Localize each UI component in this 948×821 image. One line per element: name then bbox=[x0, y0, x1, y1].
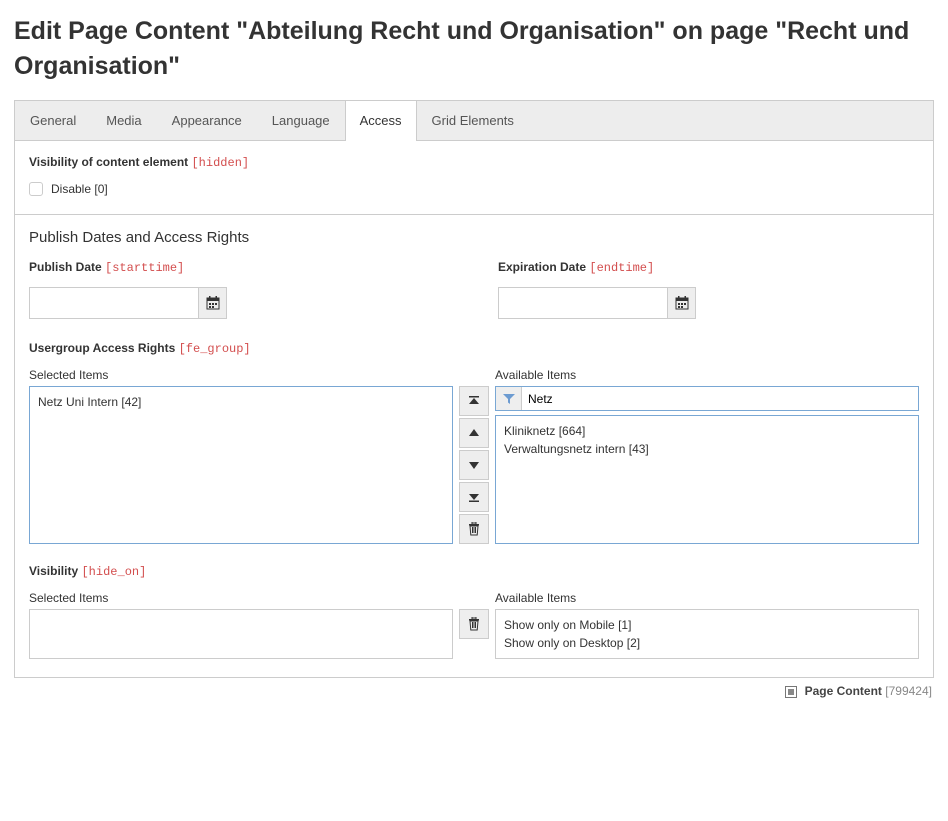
tab-general[interactable]: General bbox=[15, 101, 91, 140]
move-down-button[interactable] bbox=[459, 450, 489, 480]
expiration-date-input[interactable] bbox=[498, 287, 668, 319]
trash-icon bbox=[468, 617, 480, 631]
calendar-icon bbox=[206, 296, 220, 310]
record-footer: Page Content [799424] bbox=[14, 684, 934, 698]
disable-checkbox[interactable] bbox=[29, 182, 43, 196]
hideon-remove-button[interactable] bbox=[459, 609, 489, 639]
filter-icon-box bbox=[496, 387, 522, 410]
filter-icon bbox=[503, 393, 515, 405]
tab-grid-elements[interactable]: Grid Elements bbox=[417, 101, 529, 140]
move-up-button[interactable] bbox=[459, 418, 489, 448]
tab-language[interactable]: Language bbox=[257, 101, 345, 140]
usergroup-label-text: Usergroup Access Rights bbox=[29, 341, 175, 355]
usergroup-available-list[interactable]: Kliniknetz [664] Verwaltungsnetz intern … bbox=[495, 415, 919, 544]
expiration-date-label-text: Expiration Date bbox=[498, 260, 586, 274]
hideon-selected-label: Selected Items bbox=[29, 591, 453, 605]
content-type-icon bbox=[785, 686, 797, 698]
publish-date-tech: [starttime] bbox=[105, 261, 184, 275]
expiration-date-picker-button[interactable] bbox=[668, 287, 696, 319]
move-top-button[interactable] bbox=[459, 386, 489, 416]
hideon-label: Visibility [hide_on] bbox=[29, 564, 919, 579]
tab-bar: General Media Appearance Language Access… bbox=[14, 100, 934, 140]
list-item[interactable]: Show only on Mobile [1] bbox=[504, 616, 910, 634]
calendar-icon bbox=[675, 296, 689, 310]
publish-date-label-text: Publish Date bbox=[29, 260, 102, 274]
usergroup-label: Usergroup Access Rights [fe_group] bbox=[29, 341, 919, 356]
usergroup-selected-label: Selected Items bbox=[29, 368, 453, 382]
expiration-date-tech: [endtime] bbox=[589, 261, 654, 275]
usergroup-selected-list[interactable]: Netz Uni Intern [42] bbox=[29, 386, 453, 544]
move-top-icon bbox=[468, 395, 480, 407]
record-type: Page Content bbox=[805, 684, 882, 698]
hideon-label-text: Visibility bbox=[29, 564, 78, 578]
list-item[interactable]: Show only on Desktop [2] bbox=[504, 634, 910, 652]
hideon-available-list[interactable]: Show only on Mobile [1] Show only on Des… bbox=[495, 609, 919, 659]
move-down-icon bbox=[468, 459, 480, 471]
usergroup-available-label: Available Items bbox=[495, 368, 919, 382]
publish-heading: Publish Dates and Access Rights bbox=[29, 229, 919, 246]
usergroup-tech: [fe_group] bbox=[179, 342, 251, 356]
hideon-tech: [hide_on] bbox=[81, 565, 146, 579]
usergroup-filter-input[interactable] bbox=[522, 387, 918, 410]
tab-access[interactable]: Access bbox=[345, 101, 417, 141]
access-panel: Visibility of content element [hidden] D… bbox=[14, 140, 934, 678]
list-item[interactable]: Kliniknetz [664] bbox=[504, 422, 910, 440]
move-up-icon bbox=[468, 427, 480, 439]
move-bottom-button[interactable] bbox=[459, 482, 489, 512]
visibility-tech: [hidden] bbox=[191, 156, 249, 170]
visibility-label-text: Visibility of content element bbox=[29, 155, 188, 169]
disable-checkbox-label: Disable [0] bbox=[51, 182, 108, 196]
hideon-selected-list[interactable] bbox=[29, 609, 453, 659]
list-item[interactable]: Netz Uni Intern [42] bbox=[38, 393, 444, 411]
publish-date-picker-button[interactable] bbox=[199, 287, 227, 319]
move-bottom-icon bbox=[468, 491, 480, 503]
visibility-label: Visibility of content element [hidden] bbox=[29, 155, 919, 170]
publish-date-input[interactable] bbox=[29, 287, 199, 319]
publish-date-label: Publish Date [starttime] bbox=[29, 260, 450, 275]
publish-section: Publish Dates and Access Rights Publish … bbox=[15, 214, 933, 677]
record-uid: [799424] bbox=[885, 684, 932, 698]
expiration-date-label: Expiration Date [endtime] bbox=[498, 260, 919, 275]
list-item[interactable]: Verwaltungsnetz intern [43] bbox=[504, 440, 910, 458]
usergroup-filter bbox=[495, 386, 919, 411]
tab-appearance[interactable]: Appearance bbox=[157, 101, 257, 140]
visibility-section: Visibility of content element [hidden] D… bbox=[15, 141, 933, 214]
hideon-available-label: Available Items bbox=[495, 591, 919, 605]
tab-media[interactable]: Media bbox=[91, 101, 156, 140]
remove-button[interactable] bbox=[459, 514, 489, 544]
trash-icon bbox=[468, 522, 480, 536]
page-title: Edit Page Content "Abteilung Recht und O… bbox=[14, 14, 934, 84]
